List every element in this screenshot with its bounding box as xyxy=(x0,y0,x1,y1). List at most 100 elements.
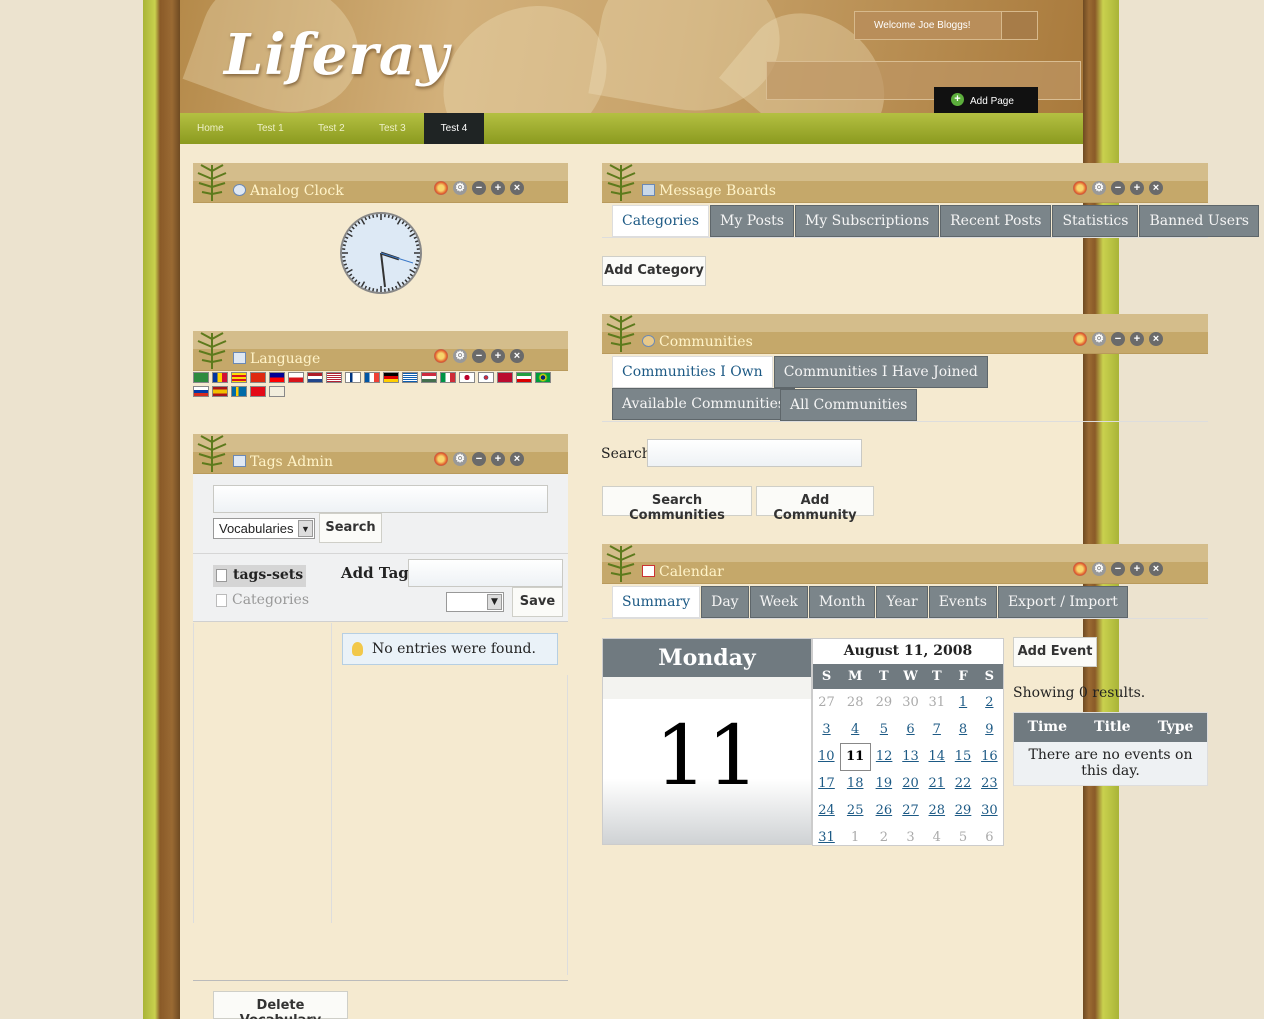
dock-toggle[interactable] xyxy=(1001,12,1037,39)
column-header-time[interactable]: Time xyxy=(1028,719,1067,742)
calendar-day-cell[interactable]: 28 xyxy=(924,797,950,824)
maximize-icon[interactable]: + xyxy=(491,349,505,363)
calendar-day-cell[interactable]: 14 xyxy=(924,743,950,770)
calendar-portlet-header[interactable]: Calendar ⚙ − + × xyxy=(602,544,1208,584)
flag-icon[interactable] xyxy=(478,372,494,383)
flag-icon[interactable] xyxy=(250,386,266,397)
calendar-day-cell[interactable]: 7 xyxy=(924,716,950,743)
nav-item-test-3[interactable]: Test 3 xyxy=(379,113,406,144)
tab-my-subscriptions[interactable]: My Subscriptions xyxy=(794,205,940,237)
calendar-day-cell[interactable]: 9 xyxy=(976,716,1002,743)
calendar-day-cell[interactable]: 22 xyxy=(950,770,976,797)
gear-icon[interactable]: ⚙ xyxy=(453,181,467,195)
flag-icon[interactable] xyxy=(212,372,228,383)
welcome-dock[interactable]: Welcome Joe Bloggs! xyxy=(854,11,1038,40)
communities-portlet-header[interactable]: Communities ⚙ − + × xyxy=(602,314,1208,354)
add-tag-input[interactable] xyxy=(408,559,563,587)
calendar-day-cell[interactable]: 16 xyxy=(976,743,1002,770)
close-icon[interactable]: × xyxy=(510,181,524,195)
flag-icon[interactable] xyxy=(193,372,209,383)
flag-icon[interactable] xyxy=(364,372,380,383)
calendar-day-cell[interactable]: 3 xyxy=(813,716,840,743)
chevron-down-icon[interactable]: ▼ xyxy=(298,520,313,537)
flag-icon[interactable] xyxy=(402,372,418,383)
look-and-feel-icon[interactable] xyxy=(434,452,448,466)
nav-item-test-2[interactable]: Test 2 xyxy=(318,113,345,144)
look-and-feel-icon[interactable] xyxy=(434,181,448,195)
flag-icon[interactable] xyxy=(326,372,342,383)
search-communities-button[interactable]: Search Communities xyxy=(602,486,752,523)
flag-icon[interactable] xyxy=(269,372,285,383)
nav-item-home[interactable]: Home xyxy=(197,113,224,144)
gear-icon[interactable]: ⚙ xyxy=(453,349,467,363)
calendar-day-cell[interactable]: 8 xyxy=(950,716,976,743)
tags-search-input[interactable] xyxy=(213,485,548,513)
tab-my-posts[interactable]: My Posts xyxy=(710,205,794,237)
gear-icon[interactable]: ⚙ xyxy=(1092,562,1106,576)
flag-icon[interactable] xyxy=(193,386,209,397)
minimize-icon[interactable]: − xyxy=(1111,332,1125,346)
calendar-day-cell[interactable]: 31 xyxy=(813,824,840,851)
nav-item-test-1[interactable]: Test 1 xyxy=(257,113,284,144)
calendar-day-cell[interactable]: 12 xyxy=(870,743,897,770)
tab-available-communities[interactable]: Available Communities xyxy=(612,388,796,420)
calendar-day-cell[interactable]: 26 xyxy=(870,797,897,824)
tree-item-categories[interactable]: Categories xyxy=(213,590,309,612)
close-icon[interactable]: × xyxy=(1149,562,1163,576)
add-page-button[interactable]: + Add Page xyxy=(934,87,1038,113)
tags-admin-portlet-header[interactable]: Tags Admin ⚙ − + × xyxy=(193,434,568,474)
language-portlet-header[interactable]: Language ⚙ − + × xyxy=(193,331,568,371)
minimize-icon[interactable]: − xyxy=(472,349,486,363)
liferay-logo[interactable]: Liferay xyxy=(224,22,450,88)
tab-summary[interactable]: Summary xyxy=(612,586,701,618)
calendar-day-cell[interactable]: 6 xyxy=(897,716,923,743)
minimize-icon[interactable]: − xyxy=(1111,562,1125,576)
maximize-icon[interactable]: + xyxy=(1130,332,1144,346)
calendar-day-cell[interactable]: 13 xyxy=(897,743,923,770)
flag-icon[interactable] xyxy=(231,372,247,383)
flag-icon[interactable] xyxy=(212,386,228,397)
tags-search-button[interactable]: Search xyxy=(319,513,382,543)
flag-icon[interactable] xyxy=(231,386,247,397)
calendar-day-cell[interactable]: 24 xyxy=(813,797,840,824)
calendar-day-cell[interactable]: 21 xyxy=(924,770,950,797)
calendar-day-cell[interactable]: 17 xyxy=(813,770,840,797)
gear-icon[interactable]: ⚙ xyxy=(1092,181,1106,195)
calendar-day-cell[interactable]: 19 xyxy=(870,770,897,797)
tab-all-communities[interactable]: All Communities xyxy=(780,389,918,421)
add-event-button[interactable]: Add Event xyxy=(1013,637,1097,667)
calendar-day-cell[interactable]: 27 xyxy=(897,797,923,824)
maximize-icon[interactable]: + xyxy=(491,181,505,195)
look-and-feel-icon[interactable] xyxy=(1073,332,1087,346)
tab-month[interactable]: Month xyxy=(808,586,876,618)
calendar-day-cell[interactable]: 15 xyxy=(950,743,976,770)
tab-recent-posts[interactable]: Recent Posts xyxy=(940,205,1052,237)
calendar-day-cell[interactable]: 25 xyxy=(840,797,870,824)
flag-icon[interactable] xyxy=(250,372,266,383)
calendar-day-cell[interactable]: 18 xyxy=(840,770,870,797)
calendar-day-cell[interactable]: 5 xyxy=(870,716,897,743)
calendar-day-cell[interactable]: 20 xyxy=(897,770,923,797)
flag-icon[interactable] xyxy=(345,372,361,383)
vocabularies-select[interactable]: Vocabularies ▼ xyxy=(213,518,315,539)
tab-export-import[interactable]: Export / Import xyxy=(997,586,1128,618)
gear-icon[interactable]: ⚙ xyxy=(453,452,467,466)
message-boards-portlet-header[interactable]: Message Boards ⚙ − + × xyxy=(602,163,1208,203)
look-and-feel-icon[interactable] xyxy=(1073,181,1087,195)
calendar-day-cell[interactable]: 2 xyxy=(976,689,1002,716)
add-category-button[interactable]: Add Category xyxy=(602,256,706,286)
tab-communities-i-own[interactable]: Communities I Own xyxy=(612,356,773,388)
calendar-day-cell[interactable]: 29 xyxy=(950,797,976,824)
maximize-icon[interactable]: + xyxy=(491,452,505,466)
maximize-icon[interactable]: + xyxy=(1130,181,1144,195)
column-header-title[interactable]: Title xyxy=(1094,719,1130,742)
calendar-day-cell[interactable]: 11 xyxy=(839,742,871,771)
tree-item-tags-sets[interactable]: tags-sets xyxy=(213,565,306,587)
minimize-icon[interactable]: − xyxy=(472,181,486,195)
tab-week[interactable]: Week xyxy=(749,586,808,618)
gear-icon[interactable]: ⚙ xyxy=(1092,332,1106,346)
save-button[interactable]: Save xyxy=(512,587,563,617)
tab-statistics[interactable]: Statistics xyxy=(1052,205,1139,237)
flag-icon[interactable] xyxy=(535,372,551,383)
look-and-feel-icon[interactable] xyxy=(1073,562,1087,576)
